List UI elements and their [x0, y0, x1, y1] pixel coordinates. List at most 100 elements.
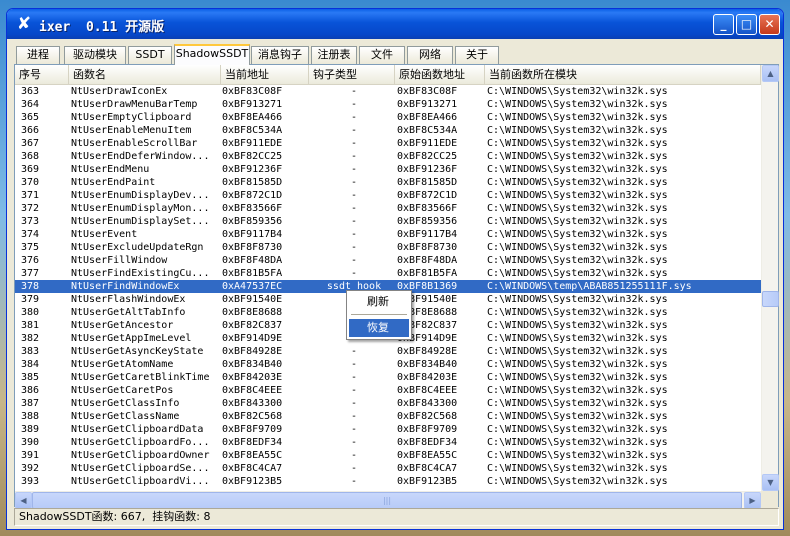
cell-module: C:\WINDOWS\System32\win32k.sys — [487, 307, 668, 318]
cell-current-address: 0xBF8EA55C — [222, 450, 283, 461]
table-row[interactable]: 370 NtUserEndPaint 0xBF81585D - 0xBF81585D C:… — [15, 176, 761, 189]
scroll-up-icon[interactable]: ▲ — [762, 65, 779, 82]
cell-no: 369 — [21, 164, 40, 175]
cell-current-address: 0xBF8EDF34 — [222, 437, 283, 448]
table-row[interactable]: 390 NtUserGetClipboardFo... 0xBF8EDF34 - 0xB… — [15, 436, 761, 449]
table-row[interactable]: 391 NtUserGetClipboardOwner 0xBF8EA55C - 0xB… — [15, 449, 761, 462]
header-hook-type[interactable]: 钩子类型 — [309, 65, 395, 84]
scroll-down-icon[interactable]: ▼ — [762, 474, 779, 491]
scroll-left-icon[interactable]: ◀ — [15, 492, 32, 509]
table-row[interactable]: 388 NtUserGetClassName 0xBF82C568 - 0xBF82C5… — [15, 410, 761, 423]
cell-function-name: NtUserExcludeUpdateRgn — [71, 242, 204, 253]
cell-no: 390 — [21, 437, 40, 448]
table-row[interactable]: 389 NtUserGetClipboardData 0xBF8F9709 - 0xBF… — [15, 423, 761, 436]
cell-function-name: NtUserGetCaretPos — [71, 385, 174, 396]
table-row[interactable]: 372 NtUserEnumDisplayMon... 0xBF83566F - 0xB… — [15, 202, 761, 215]
list-header: 序号 函数名 当前地址 钩子类型 原始函数地址 当前函数所在模块 — [15, 65, 761, 85]
maximize-button[interactable]: □ — [736, 14, 757, 35]
table-row[interactable]: 383 NtUserGetAsyncKeyState 0xBF84928E - 0xBF… — [15, 345, 761, 358]
cell-module: C:\WINDOWS\System32\win32k.sys — [487, 463, 668, 474]
cell-no: 370 — [21, 177, 40, 188]
cell-no: 364 — [21, 99, 40, 110]
table-row[interactable]: 387 NtUserGetClassInfo 0xBF843300 - 0xBF8433… — [15, 397, 761, 410]
tab-message-hooks[interactable]: 消息钩子 — [251, 46, 309, 64]
close-button[interactable]: ✕ — [759, 14, 780, 35]
table-row[interactable]: 364 NtUserDrawMenuBarTemp 0xBF913271 - 0xBF9… — [15, 98, 761, 111]
table-row[interactable]: 368 NtUserEndDeferWindow... 0xBF82CC25 - 0xB… — [15, 150, 761, 163]
tab-ssdt[interactable]: SSDT — [128, 46, 172, 64]
cell-module: C:\WINDOWS\System32\win32k.sys — [487, 294, 668, 305]
cell-no: 363 — [21, 86, 40, 97]
tab-process[interactable]: 进程 — [16, 46, 60, 64]
title-bar[interactable]: ✘ ixer 0.11 开源版 _ □ ✕ — [7, 9, 783, 39]
cell-function-name: NtUserGetAtomName — [71, 359, 174, 370]
cell-current-address: 0xBF82C837 — [222, 320, 283, 331]
menu-item-restore[interactable]: 恢复 — [349, 319, 409, 337]
vertical-scroll-thumb[interactable] — [762, 291, 779, 307]
table-row[interactable]: 384 NtUserGetAtomName 0xBF834B40 - 0xBF834B4… — [15, 358, 761, 371]
cell-original-address: 0xBF859356 — [397, 216, 458, 227]
table-row[interactable]: 386 NtUserGetCaretPos 0xBF8C4EEE - 0xBF8C4EE… — [15, 384, 761, 397]
table-row[interactable]: 367 NtUserEnableScrollBar 0xBF911EDE - 0xBF9… — [15, 137, 761, 150]
cell-function-name: NtUserEnableMenuItem — [71, 125, 192, 136]
tab-about[interactable]: 关于 — [455, 46, 499, 64]
cell-hook-type: - — [350, 255, 358, 266]
cell-current-address: 0xBF83566F — [222, 203, 283, 214]
cell-no: 389 — [21, 424, 40, 435]
cell-function-name: NtUserEndMenu — [71, 164, 150, 175]
cell-hook-type: - — [350, 268, 358, 279]
header-no[interactable]: 序号 — [15, 65, 69, 84]
cell-no: 367 — [21, 138, 40, 149]
table-row[interactable]: 373 NtUserEnumDisplaySet... 0xBF859356 - 0xB… — [15, 215, 761, 228]
cell-no: 373 — [21, 216, 40, 227]
table-row[interactable]: 377 NtUserFindExistingCu... 0xBF81B5FA - 0xB… — [15, 267, 761, 280]
function-list[interactable]: 序号 函数名 当前地址 钩子类型 原始函数地址 当前函数所在模块 363 NtUs… — [14, 64, 779, 509]
cell-original-address: 0xBF911EDE — [397, 138, 458, 149]
header-original-address[interactable]: 原始函数地址 — [395, 65, 485, 84]
cell-function-name: NtUserFillWindow — [71, 255, 168, 266]
cell-original-address: 0xBF83566F — [397, 203, 458, 214]
horizontal-scroll-thumb[interactable]: ||| — [32, 492, 742, 509]
table-row[interactable]: 374 NtUserEvent 0xBF9117B4 - 0xBF9117B4 C:\WI… — [15, 228, 761, 241]
table-row[interactable]: 375 NtUserExcludeUpdateRgn 0xBF8F8730 - 0xBF… — [15, 241, 761, 254]
cell-module: C:\WINDOWS\System32\win32k.sys — [487, 476, 668, 487]
vertical-scrollbar[interactable]: ▲ ▼ — [761, 65, 779, 491]
tab-shadowssdt[interactable]: ShadowSSDT — [174, 44, 250, 65]
minimize-button[interactable]: _ — [713, 14, 734, 35]
scroll-right-icon[interactable]: ▶ — [744, 492, 761, 509]
menu-item-refresh[interactable]: 刷新 — [349, 293, 409, 311]
tab-files[interactable]: 文件 — [359, 46, 405, 64]
cell-original-address: 0xBF8F48DA — [397, 255, 458, 266]
header-module[interactable]: 当前函数所在模块 — [485, 65, 761, 84]
cell-function-name: NtUserGetClassName — [71, 411, 180, 422]
cell-module: C:\WINDOWS\System32\win32k.sys — [487, 437, 668, 448]
header-name[interactable]: 函数名 — [69, 65, 221, 84]
tab-driver-modules[interactable]: 驱动模块 — [64, 46, 126, 64]
table-row[interactable]: 366 NtUserEnableMenuItem 0xBF8C534A - 0xBF8C… — [15, 124, 761, 137]
cell-current-address: 0xBF8EA466 — [222, 112, 283, 123]
cell-module: C:\WINDOWS\System32\win32k.sys — [487, 177, 668, 188]
cell-no: 383 — [21, 346, 40, 357]
table-row[interactable]: 365 NtUserEmptyClipboard 0xBF8EA466 - 0xBF8E… — [15, 111, 761, 124]
table-row[interactable]: 376 NtUserFillWindow 0xBF8F48DA - 0xBF8F48DA… — [15, 254, 761, 267]
cell-original-address: 0xBF834B40 — [397, 359, 458, 370]
cell-function-name: NtUserFindWindowEx — [71, 281, 180, 292]
cell-current-address: 0xBF9117B4 — [222, 229, 283, 240]
cell-function-name: NtUserGetClipboardFo... — [71, 437, 210, 448]
cell-module: C:\WINDOWS\System32\win32k.sys — [487, 424, 668, 435]
table-row[interactable]: 392 NtUserGetClipboardSe... 0xBF8C4CA7 - 0xB… — [15, 462, 761, 475]
table-row[interactable]: 363 NtUserDrawIconEx 0xBF83C08F - 0xBF83C08F… — [15, 85, 761, 98]
horizontal-scrollbar[interactable]: ◀ ||| ▶ — [15, 491, 761, 509]
table-row[interactable]: 385 NtUserGetCaretBlinkTime 0xBF84203E - 0xB… — [15, 371, 761, 384]
tab-registry[interactable]: 注册表 — [311, 46, 357, 64]
cell-current-address: 0xBF8F48DA — [222, 255, 283, 266]
table-row[interactable]: 369 NtUserEndMenu 0xBF91236F - 0xBF91236F C:\… — [15, 163, 761, 176]
cell-no: 377 — [21, 268, 40, 279]
cell-original-address: 0xBF91236F — [397, 164, 458, 175]
table-row[interactable]: 393 NtUserGetClipboardVi... 0xBF9123B5 - 0xB… — [15, 475, 761, 488]
cell-function-name: NtUserGetAncestor — [71, 320, 174, 331]
tab-network[interactable]: 网络 — [407, 46, 453, 64]
header-current-address[interactable]: 当前地址 — [221, 65, 309, 84]
table-row[interactable]: 371 NtUserEnumDisplayDev... 0xBF872C1D - 0xB… — [15, 189, 761, 202]
cell-original-address: 0xBF8C4EEE — [397, 385, 458, 396]
